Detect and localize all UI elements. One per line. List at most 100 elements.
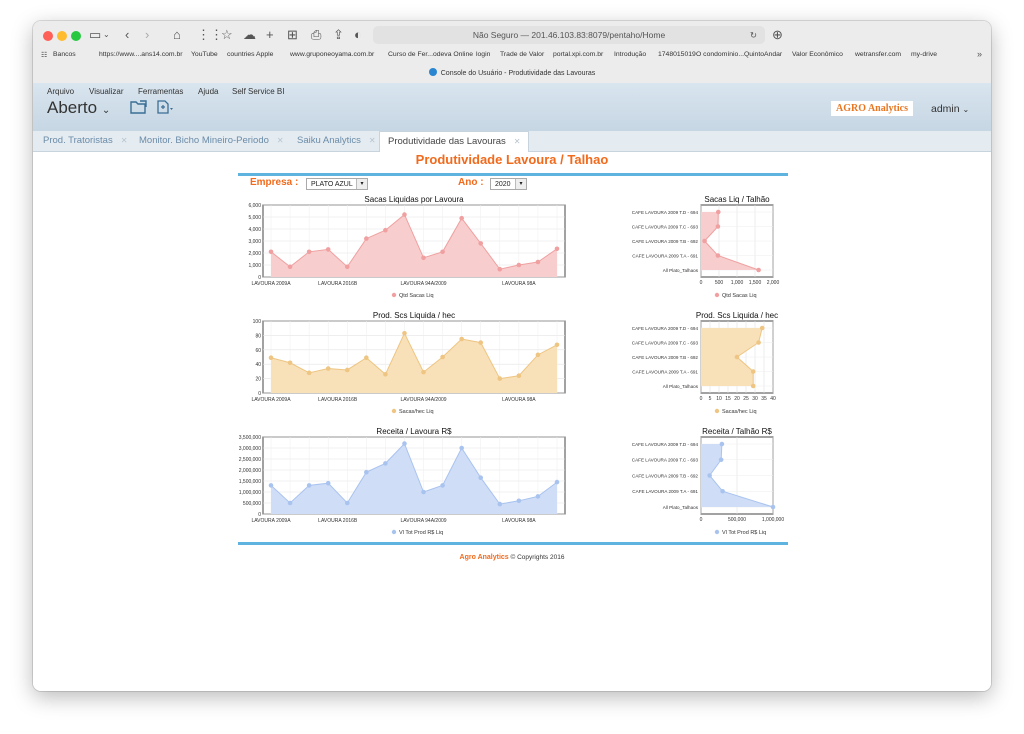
legend-marker (391, 292, 397, 298)
close-icon[interactable]: ✕ (277, 136, 284, 145)
tabs-overview-icon[interactable]: ⊞ (287, 27, 298, 43)
data-point (325, 480, 331, 486)
ano-select[interactable]: 2020 ▾ (490, 178, 527, 190)
grid-icon[interactable]: ⋮⋮ (197, 27, 223, 43)
x-tick-label: 20 (734, 396, 740, 402)
bookmarks-grid-icon[interactable]: ☷ (41, 51, 47, 59)
tab-label: Produtividade das Lavouras (388, 136, 506, 147)
y-tick-label: CAFE LAVOURA 2009 T.C - 693 (632, 224, 699, 229)
data-point (554, 479, 560, 485)
x-tick-label: LAVOURA 98A (502, 397, 536, 403)
menu-arquivo[interactable]: Arquivo (47, 87, 74, 96)
bottom-divider (238, 542, 788, 545)
y-tick-label: 1,500,000 (239, 479, 261, 485)
footer-copyright: © Copyrights 2016 (510, 554, 565, 561)
menu-ajuda[interactable]: Ajuda (198, 87, 218, 96)
x-tick-label: LAVOURA 98A (502, 518, 536, 524)
close-icon[interactable]: ✕ (514, 137, 521, 146)
browser-tab[interactable]: Console do Usuário - Produtividade das L… (33, 66, 991, 82)
data-point (734, 354, 740, 360)
data-point (535, 494, 541, 499)
bookmark-item[interactable]: Trade de Valor (500, 51, 544, 58)
data-point (459, 215, 464, 221)
back-icon[interactable]: ‹ (125, 27, 129, 43)
bookmark-item[interactable]: O condomínio...QuintoAndar (696, 51, 782, 58)
minimize-window-button[interactable] (57, 31, 67, 41)
x-tick-label: 35 (761, 396, 767, 402)
bookmark-item[interactable]: Valor Econômico (792, 51, 843, 58)
legend-marker (714, 292, 720, 298)
footer-brand: Agro Analytics (459, 554, 509, 561)
data-point (440, 354, 445, 360)
address-bar[interactable]: Não Seguro — 201.46.103.83:8079/pentaho/… (373, 26, 765, 44)
zoom-window-button[interactable] (71, 31, 81, 41)
bookmark-item[interactable]: Introdução (614, 51, 646, 58)
bookmark-item[interactable]: 1748015019 (658, 51, 696, 58)
perspective-selector[interactable]: Aberto ⌄ (47, 98, 110, 118)
y-tick-label: CAFE LAVOURA 2009 T.A - 691 (632, 253, 698, 258)
data-point (364, 469, 369, 475)
bookmark-item[interactable]: my-drive (911, 51, 937, 58)
x-tick-label: LAVOURA 2016B (318, 518, 358, 524)
chevron-down-icon[interactable]: ⌄ (103, 27, 110, 43)
home-icon[interactable]: ⌂ (173, 27, 181, 43)
bookmark-item[interactable]: Apple (256, 51, 273, 58)
y-tick-label: 2,000 (248, 251, 261, 257)
chart-prod-scs-liquida-hec-talhao: Prod. Scs Liquida / hec 0 5 10 15 20 25 30 35 40 C… (632, 311, 778, 415)
tab-saiku-analytics[interactable]: Saiku Analytics ✕ (297, 131, 376, 151)
menu-ferramentas[interactable]: Ferramentas (138, 87, 183, 96)
plus-icon[interactable]: + (266, 27, 274, 43)
shield-icon[interactable]: ◐ (354, 27, 362, 43)
tab-prod-tratoristas[interactable]: Prod. Tratoristas ✕ (43, 131, 127, 151)
y-tick-label: CAFE LAVOURA 2009 T.D - 694 (632, 210, 699, 215)
data-point (478, 340, 484, 345)
star-icon[interactable]: ☆ (221, 27, 233, 43)
x-tick-label: 1,000 (731, 280, 744, 286)
bookmark-item[interactable]: YouTube (191, 51, 218, 58)
close-icon[interactable]: ✕ (121, 136, 128, 145)
print-icon[interactable]: ⎙ (311, 27, 321, 43)
more-bookmarks-icon[interactable]: » (977, 49, 982, 59)
tab-produtividade-das-lavouras[interactable]: Produtividade das Lavouras ✕ (379, 131, 530, 152)
forward-icon[interactable]: › (145, 27, 149, 43)
close-window-button[interactable] (43, 31, 53, 41)
bookmark-item[interactable]: wetransfer.com (855, 51, 901, 58)
empresa-select[interactable]: PLATO AZUL ▾ (306, 178, 368, 190)
browser-toolbar: ▭ ⌄ ‹ › ⌂ ⋮⋮ ☆ ☁ + ⊞ ⎙ ⇪ ◐ Não Seguro — … (33, 21, 991, 84)
open-folder-icon[interactable] (129, 99, 149, 115)
bookmark-item[interactable]: https://www....ans14.com.br (99, 51, 182, 58)
menu-self-service-bi[interactable]: Self Service BI (232, 87, 284, 96)
chevron-down-icon: ⌄ (101, 105, 111, 116)
y-tick-label: CAFE LAVOURA 2009 T.D - 694 (632, 442, 699, 447)
ano-value: 2020 (495, 181, 511, 188)
bookmark-item[interactable]: countries (227, 51, 255, 58)
bookmark-item[interactable]: Bancos (53, 51, 76, 58)
bookmark-item[interactable]: portal.xpi.com.br (553, 51, 603, 58)
sidebar-icon[interactable]: ▭ (89, 27, 101, 43)
reload-icon[interactable]: ↻ (750, 26, 757, 44)
download-icon[interactable]: ⊕ (772, 27, 783, 43)
share-icon[interactable]: ⇪ (333, 27, 344, 43)
close-icon[interactable]: ✕ (369, 136, 376, 145)
chart-sacas-liq-talhao: Sacas Liq / Talhão 0 500 1,000 1,500 2,000 CAF… (632, 195, 780, 299)
y-tick-label: 3,500,000 (239, 435, 261, 441)
data-point (421, 255, 426, 261)
y-tick-label: 500,000 (243, 501, 261, 507)
bookmark-item[interactable]: Curso de Fer...odeva Online (388, 51, 473, 58)
bookmark-item[interactable]: www.gruponeoyama.com.br (290, 51, 374, 58)
x-tick-label: 15 (725, 396, 731, 402)
data-point (516, 373, 522, 379)
tab-monitor-bicho-mineiro[interactable]: Monitor. Bicho Mineiro-Periodo ✕ (139, 131, 284, 151)
data-point (287, 264, 293, 270)
chevron-down-icon: ▾ (356, 179, 367, 189)
menu-visualizar[interactable]: Visualizar (89, 87, 124, 96)
cloud-icon[interactable]: ☁ (243, 27, 256, 43)
agro-analytics-logo: AGRO Analytics (831, 101, 913, 116)
y-tick-label: CAFE LAVOURA 2009 T.A - 691 (632, 369, 698, 374)
data-point (759, 325, 765, 331)
x-tick-label: 30 (752, 396, 758, 402)
new-file-icon[interactable] (155, 99, 175, 115)
data-point (383, 371, 388, 377)
user-menu[interactable]: admin ⌄ (931, 103, 969, 115)
bookmark-item[interactable]: login (476, 51, 490, 58)
